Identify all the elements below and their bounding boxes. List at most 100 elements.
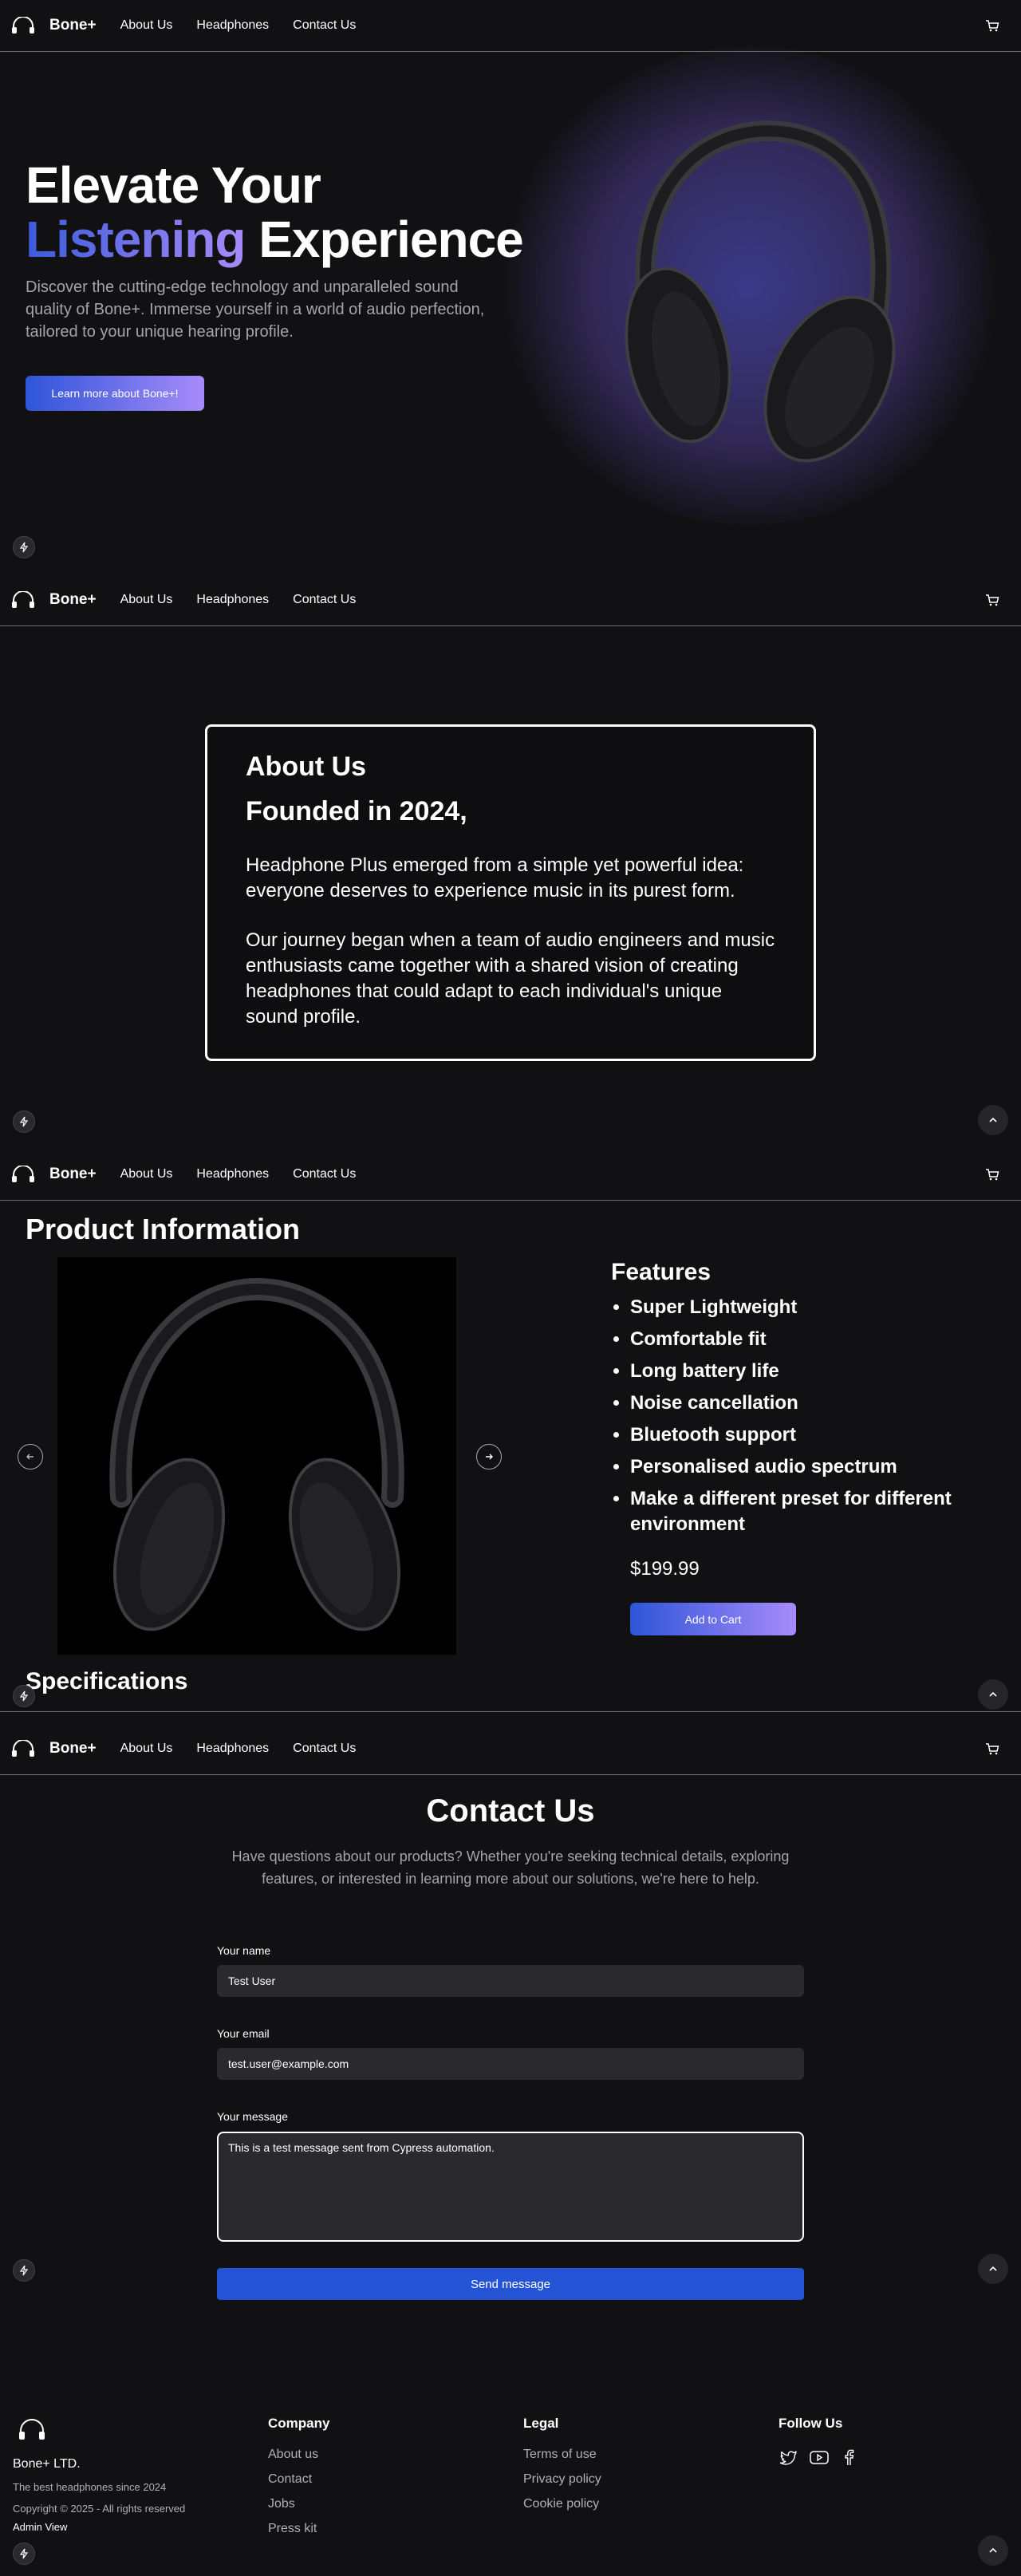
footer-link-jobs[interactable]: Jobs [268,2497,329,2511]
send-message-button[interactable]: Send message [217,2268,804,2300]
hero-headphones-image [625,120,896,463]
nav-link-contact[interactable]: Contact Us [293,593,356,607]
cart-icon[interactable] [984,1166,1000,1182]
email-input[interactable]: test.user@example.com [217,2048,804,2080]
chevron-up-icon [989,1117,997,1122]
youtube-icon[interactable] [809,2448,830,2467]
footer-link-about[interactable]: About us [268,2448,329,2462]
contact-heading: Contact Us [426,1793,595,1828]
product-image [57,1257,456,1655]
twitter-icon[interactable] [779,2448,798,2467]
footer-follow-heading: Follow Us [779,2416,843,2431]
top-nav: Bone+ About Us Headphones Contact Us [0,1149,1021,1201]
hero-description: Discover the cutting-edge technology and… [26,278,485,341]
arrow-left-icon [26,1454,34,1460]
name-input[interactable]: Test User [217,1965,804,1997]
feature-item: Long battery life [630,1359,997,1384]
footer-follow-column: Follow Us [779,2416,857,2467]
contact-section: Bone+ About Us Headphones Contact Us Con… [0,1723,1021,2576]
about-section: Bone+ About Us Headphones Contact Us Abo… [0,574,1021,1149]
feature-item: Comfortable fit [630,1327,997,1352]
bolt-icon[interactable] [13,1110,35,1133]
footer-company-name: Bone+ LTD. [13,2457,81,2471]
footer-link-press-kit[interactable]: Press kit [268,2522,329,2536]
scroll-top-button[interactable] [978,2535,1008,2566]
chevron-up-icon [989,2266,997,2271]
brand-name[interactable]: Bone+ [49,17,97,34]
nav-link-headphones[interactable]: Headphones [196,593,269,607]
bolt-icon[interactable] [13,2259,35,2282]
nav-link-contact[interactable]: Contact Us [293,1167,356,1181]
cart-icon[interactable] [984,1741,1000,1757]
scroll-top-button[interactable] [978,1679,1008,1710]
hero-title-highlight: Listening [26,211,246,268]
product-price: $199.99 [630,1558,700,1580]
admin-view-link[interactable]: Admin View [13,2521,67,2533]
footer-company-column: Company About us Contact Jobs Press kit [268,2416,329,2546]
top-nav: Bone+ About Us Headphones Contact Us [0,574,1021,626]
bolt-icon[interactable] [13,536,35,558]
facebook-icon[interactable] [841,2448,857,2467]
feature-item: Noise cancellation [630,1391,997,1416]
headphones-logo-icon[interactable] [11,1166,35,1183]
footer-link-contact[interactable]: Contact [268,2472,329,2487]
scroll-top-button[interactable] [978,1105,1008,1135]
bolt-icon[interactable] [13,2542,35,2565]
about-subheading: Founded in 2024, [246,796,467,826]
nav-link-headphones[interactable]: Headphones [196,1167,269,1181]
contact-lead: Have questions about our products? Wheth… [231,1848,790,1887]
brand-name[interactable]: Bone+ [49,1740,97,1757]
email-label: Your email [217,2027,270,2040]
nav-link-contact[interactable]: Contact Us [293,1742,356,1756]
footer-link-terms[interactable]: Terms of use [523,2448,601,2462]
headphones-logo-icon[interactable] [11,17,35,34]
chevron-up-icon [989,2547,997,2553]
footer-link-privacy[interactable]: Privacy policy [523,2472,601,2487]
footer-headphones-logo-icon [19,2419,45,2440]
feature-item: Make a different preset for different en… [630,1486,997,1537]
nav-link-about[interactable]: About Us [120,18,173,33]
hero-title: Elevate Your Listening Experience [26,156,524,268]
cart-icon[interactable] [984,18,1000,34]
nav-link-about[interactable]: About Us [120,1167,173,1181]
headphones-logo-icon[interactable] [11,1740,35,1757]
nav-link-about[interactable]: About Us [120,593,173,607]
hero-title-line1: Elevate Your [26,156,321,214]
product-heading: Product Information [26,1213,300,1245]
bolt-icon[interactable] [13,1685,35,1707]
add-to-cart-button[interactable]: Add to Cart [630,1603,796,1635]
footer-link-cookie[interactable]: Cookie policy [523,2497,601,2511]
social-links [779,2448,857,2467]
about-paragraph-2: Our journey began when a team of audio e… [246,929,775,1028]
footer-tagline: The best headphones since 2024 [13,2481,167,2493]
footer-company-heading: Company [268,2416,330,2431]
scroll-top-button[interactable] [978,2254,1008,2284]
nav-link-about[interactable]: About Us [120,1742,173,1756]
feature-item: Super Lightweight [630,1295,997,1320]
footer-copyright: Copyright © 2025 - All rights reserved [13,2503,186,2515]
feature-item: Bluetooth support [630,1422,997,1448]
about-paragraph-1: Headphone Plus emerged from a simple yet… [246,854,744,901]
features-list: Super Lightweight Comfortable fit Long b… [630,1295,997,1544]
top-nav: Bone+ About Us Headphones Contact Us [0,1723,1021,1775]
product-headphones-image [109,1277,404,1631]
footer-legal-column: Legal Terms of use Privacy policy Cookie… [523,2416,601,2522]
brand-name[interactable]: Bone+ [49,1166,97,1183]
cart-icon[interactable] [984,592,1000,608]
message-textarea[interactable]: This is a test message sent from Cypress… [217,2132,804,2242]
about-card: About Us Founded in 2024, Headphone Plus… [205,724,816,1061]
carousel-next-button[interactable] [476,1444,502,1469]
chevron-up-icon [989,1691,997,1697]
learn-more-button[interactable]: Learn more about Bone+! [26,376,204,411]
top-nav: Bone+ About Us Headphones Contact Us [0,0,1021,52]
specifications-heading[interactable]: Specifications [26,1668,187,1695]
headphones-logo-icon[interactable] [11,591,35,609]
divider [0,1711,1021,1712]
hero-section: Bone+ About Us Headphones Contact Us Ele… [0,0,1021,574]
nav-link-contact[interactable]: Contact Us [293,18,356,33]
brand-name[interactable]: Bone+ [49,591,97,609]
feature-item: Personalised audio spectrum [630,1454,997,1480]
nav-link-headphones[interactable]: Headphones [196,1742,269,1756]
nav-link-headphones[interactable]: Headphones [196,18,269,33]
carousel-prev-button[interactable] [18,1444,43,1469]
